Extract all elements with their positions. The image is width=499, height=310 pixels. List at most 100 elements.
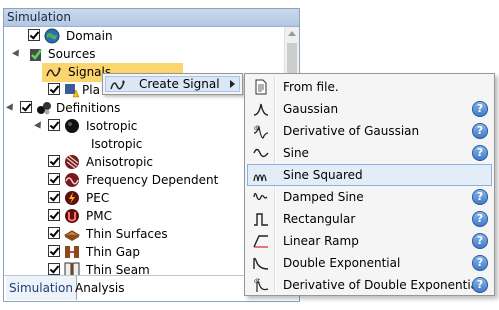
tree-item-label: Frequency Dependent: [86, 173, 219, 187]
help-icon[interactable]: ?: [472, 123, 488, 139]
help-icon[interactable]: ?: [472, 145, 488, 161]
help-glyph: ?: [476, 256, 484, 269]
tree-item-label: Anisotropic: [86, 155, 154, 169]
menu-item-label: Double Exponential: [283, 256, 401, 270]
help-glyph: ?: [476, 102, 484, 115]
sources-check-icon: [30, 49, 42, 61]
thin-surfaces-checkbox[interactable]: [48, 227, 60, 239]
file-icon: [255, 79, 267, 95]
tree-item-label: Isotropic: [91, 137, 143, 151]
tree-item-frequency-dependent[interactable]: Frequency Dependent: [4, 171, 284, 189]
menu-item-linear-ramp[interactable]: Linear Ramp ?: [247, 230, 492, 252]
isotropic-checkbox[interactable]: [48, 119, 60, 131]
sphere-icon: [65, 119, 79, 133]
tree-item-label: Sources: [48, 47, 96, 61]
tree-item-isotropic-group[interactable]: Isotropic: [4, 117, 284, 135]
pmc-checkbox[interactable]: [48, 209, 60, 221]
gaussian-icon: [253, 103, 269, 116]
damped-sine-icon: [253, 192, 268, 201]
menu-item-label: Derivative of Double Exponential: [283, 278, 482, 292]
thin-gap-icon: [65, 246, 79, 258]
pec-checkbox[interactable]: [48, 191, 60, 203]
help-glyph: ?: [476, 124, 484, 137]
derivative-double-exponential-icon: dt: [254, 278, 269, 292]
thin-surfaces-icon: [64, 230, 80, 241]
help-icon[interactable]: ?: [472, 101, 488, 117]
planewave-checkbox[interactable]: [48, 83, 60, 95]
help-glyph: ?: [476, 212, 484, 225]
definitions-icon: [37, 102, 51, 115]
frequency-dependent-icon: [65, 173, 79, 187]
menu-item-label: Sine Squared: [283, 168, 363, 182]
menu-item-label: Linear Ramp: [283, 234, 359, 248]
create-signal-label: Create Signal: [139, 77, 220, 91]
derivative-gaussian-icon: dt: [253, 125, 269, 139]
frequency-dependent-checkbox[interactable]: [48, 173, 60, 185]
tree-item-label: Definitions: [56, 101, 121, 115]
sine-icon: [253, 148, 269, 158]
tree-item-label: Thin Surfaces: [86, 227, 168, 241]
definitions-checkbox[interactable]: [20, 101, 32, 113]
warning-icon: [65, 84, 80, 98]
help-glyph: ?: [476, 234, 484, 247]
scroll-up-arrow-icon[interactable]: [288, 31, 296, 36]
menu-item-derivative-of-double-exponential[interactable]: dt Derivative of Double Exponential ?: [247, 274, 492, 296]
tree-item-planewave[interactable]: Pla: [4, 81, 104, 99]
sine-squared-icon: [253, 174, 267, 182]
help-glyph: ?: [476, 190, 484, 203]
menu-item-label: Sine: [283, 146, 309, 160]
help-glyph: ?: [476, 146, 484, 159]
tree-item-thin-surfaces[interactable]: Thin Surfaces: [4, 225, 284, 243]
thin-gap-checkbox[interactable]: [48, 245, 60, 257]
pmc-icon: [65, 209, 79, 223]
domain-checkbox[interactable]: [28, 29, 40, 41]
menu-item-label: Damped Sine: [283, 190, 364, 204]
globe-icon: [44, 28, 60, 44]
pec-icon: [65, 191, 79, 205]
linear-ramp-icon: [253, 235, 268, 248]
rectangular-icon: [254, 213, 268, 226]
anisotropic-icon: [65, 155, 79, 169]
help-icon[interactable]: ?: [472, 211, 488, 227]
expander-icon[interactable]: [12, 49, 22, 59]
tree-item-pec[interactable]: PEC: [4, 189, 284, 207]
menu-item-label: Rectangular: [283, 212, 356, 226]
tree-item-pmc[interactable]: PMC: [4, 207, 284, 225]
help-icon[interactable]: ?: [472, 233, 488, 249]
menu-item-gaussian[interactable]: Gaussian ?: [247, 98, 492, 120]
tab-simulation[interactable]: Simulation: [6, 276, 77, 300]
menu-item-rectangular[interactable]: Rectangular ?: [247, 208, 492, 230]
help-icon[interactable]: ?: [472, 255, 488, 271]
submenu-arrow-icon: [230, 80, 235, 88]
menu-item-label: Derivative of Gaussian: [283, 124, 420, 138]
tree-item-label: Thin Gap: [86, 245, 140, 259]
menu-item-sine-squared[interactable]: Sine Squared: [247, 164, 492, 186]
thin-seam-checkbox[interactable]: [48, 263, 60, 275]
anisotropic-checkbox[interactable]: [48, 155, 60, 167]
tree-item-thin-gap[interactable]: Thin Gap: [4, 243, 284, 261]
help-icon[interactable]: ?: [472, 189, 488, 205]
menu-item-from-file[interactable]: From file.: [247, 76, 492, 98]
tree-item-domain[interactable]: Domain: [4, 27, 284, 45]
double-exponential-icon: [253, 257, 269, 270]
create-signal-submenu: From file. Gaussian ? dt Derivative of G…: [244, 73, 495, 296]
menu-item-double-exponential[interactable]: Double Exponential ?: [247, 252, 492, 274]
tree-item-anisotropic[interactable]: Anisotropic: [4, 153, 284, 171]
menu-item-label: Gaussian: [283, 102, 339, 116]
tree-item-sources[interactable]: Sources: [4, 45, 284, 63]
tree-item-definitions[interactable]: Definitions: [4, 99, 284, 117]
help-icon[interactable]: ?: [472, 277, 488, 293]
context-menu: Create Signal: [102, 73, 243, 95]
menu-item-sine[interactable]: Sine ?: [247, 142, 492, 164]
menu-item-damped-sine[interactable]: Damped Sine ?: [247, 186, 492, 208]
tree-item-isotropic[interactable]: Isotropic: [4, 135, 284, 153]
tree-item-label: PMC: [86, 209, 112, 223]
tab-analysis[interactable]: Analysis: [72, 276, 127, 300]
signal-wave-icon: [110, 80, 125, 90]
signal-wave-icon: [46, 67, 61, 77]
panel-title: Simulation: [4, 9, 299, 27]
menu-item-derivative-of-gaussian[interactable]: dt Derivative of Gaussian ?: [247, 120, 492, 142]
tree-item-label: Pla: [82, 83, 100, 97]
expander-icon[interactable]: [6, 103, 16, 113]
expander-icon[interactable]: [34, 121, 44, 131]
